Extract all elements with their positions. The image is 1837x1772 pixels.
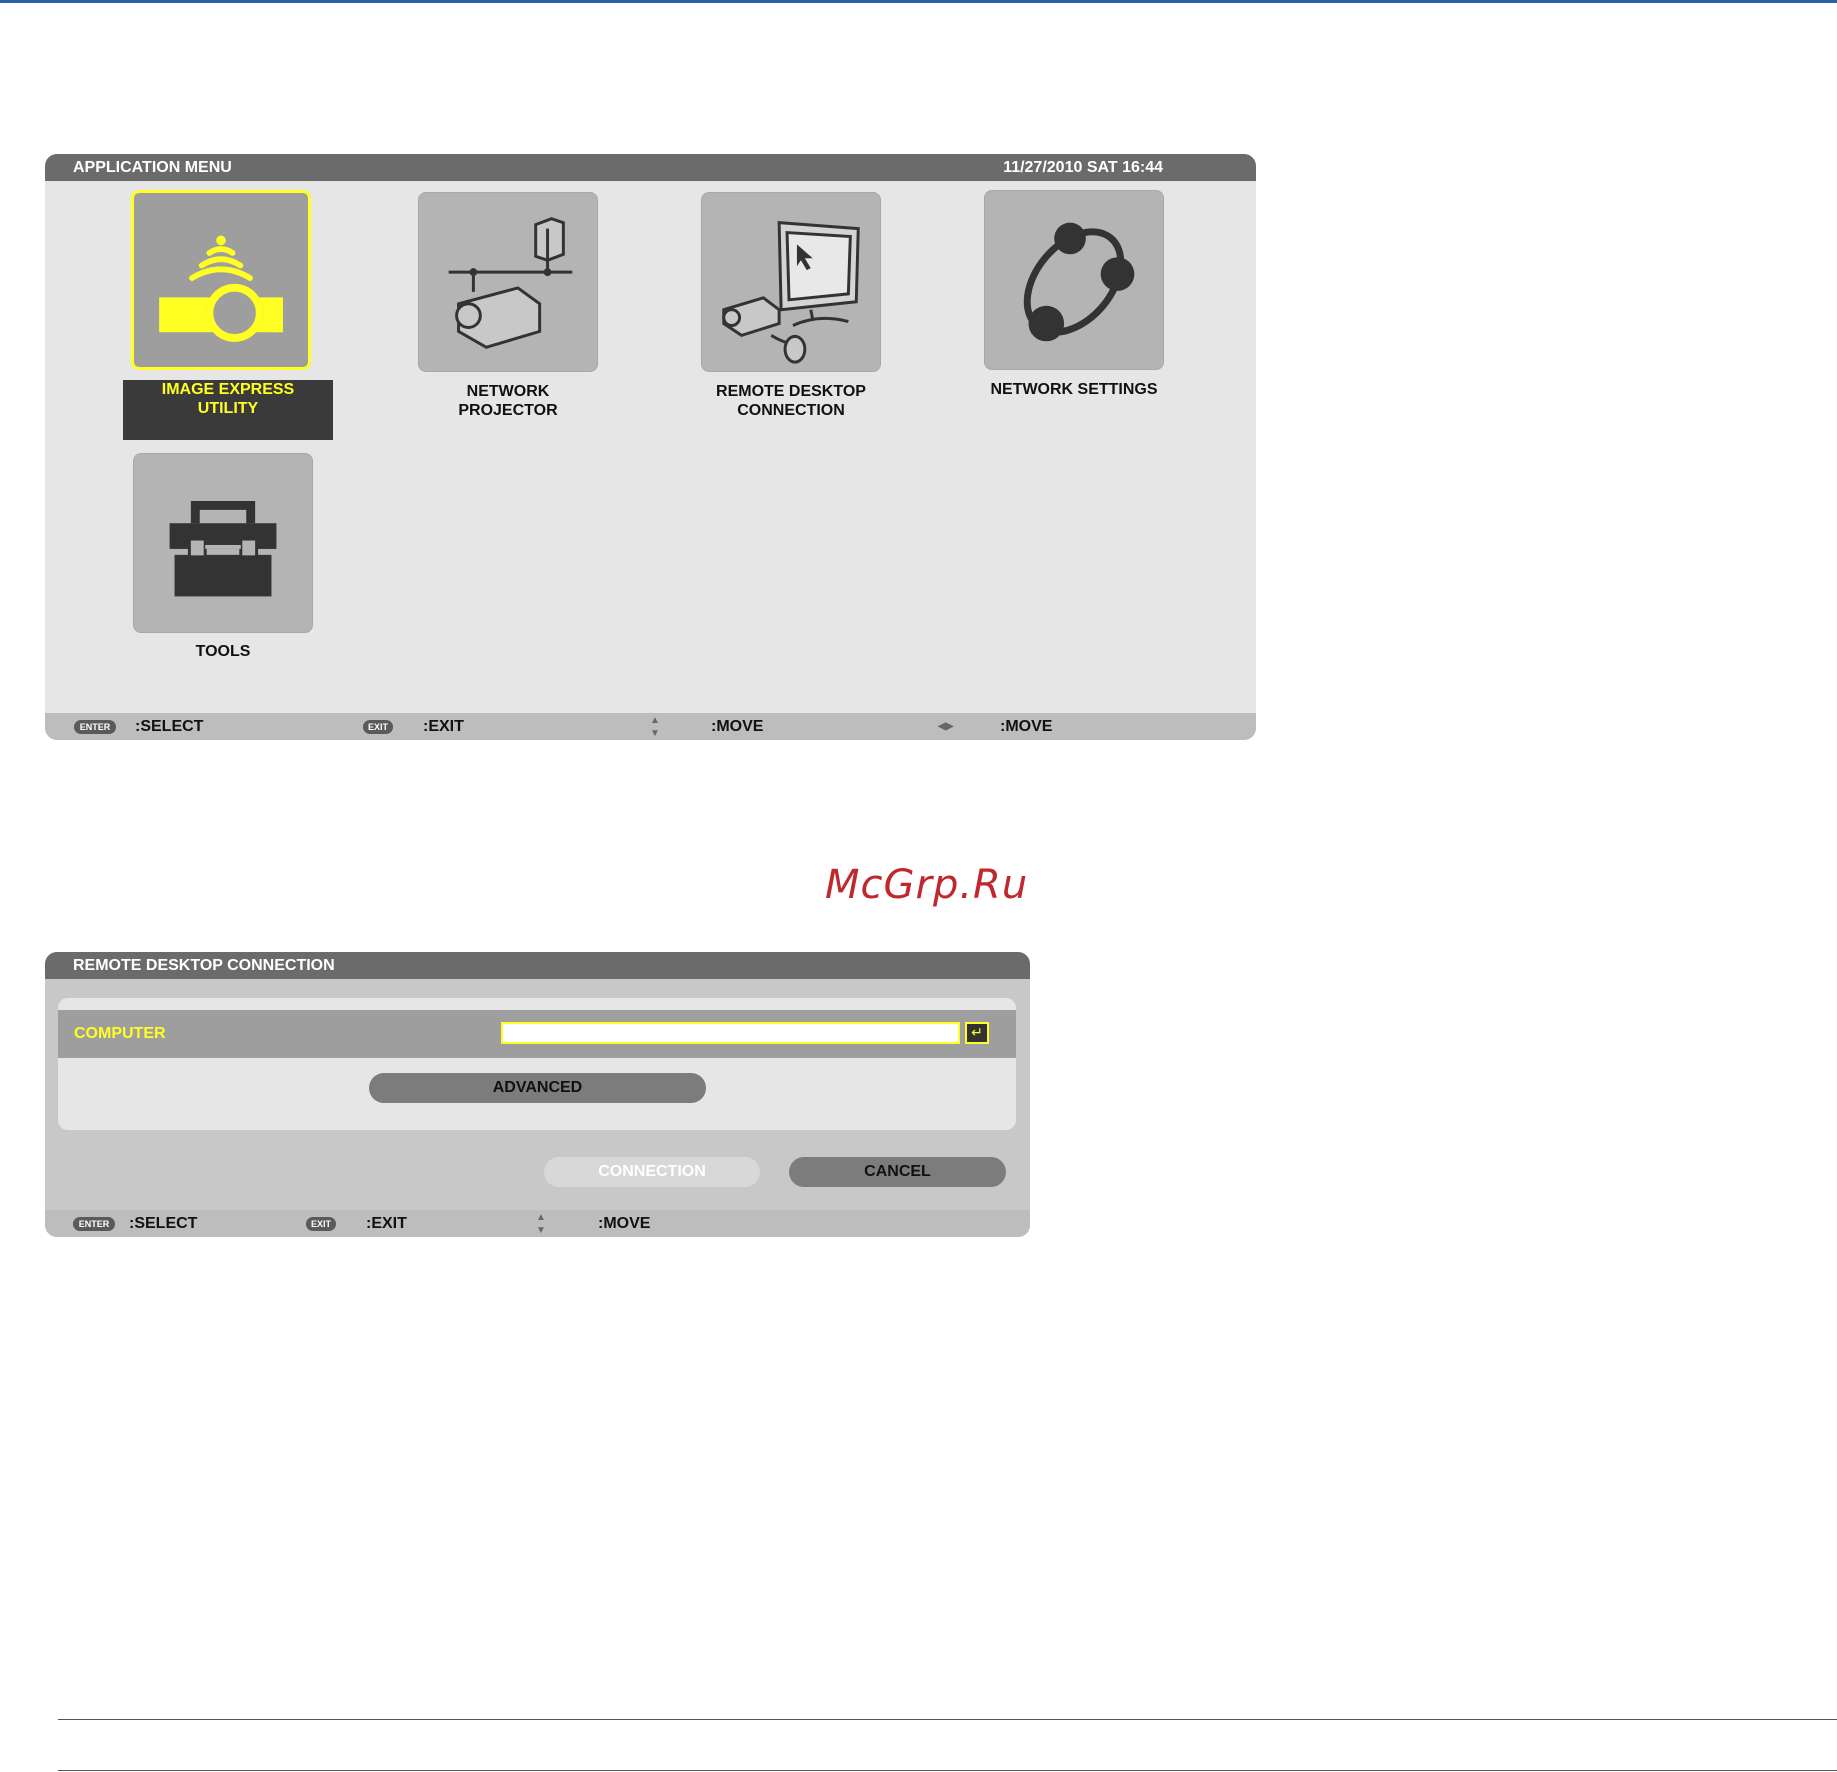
divider-line — [58, 1770, 1837, 1771]
exit-key-icon: EXIT — [306, 1217, 336, 1231]
window-title: APPLICATION MENU — [73, 159, 232, 176]
footer-bar: ENTER :SELECT EXIT :EXIT ▲ ▼ :MOVE — [45, 1210, 1030, 1237]
footer-move-updown: :MOVE — [711, 718, 764, 735]
enter-return-icon[interactable]: ↵ — [965, 1022, 989, 1044]
titlebar: REMOTE DESKTOP CONNECTION — [45, 952, 1030, 979]
datetime: 11/27/2010 SAT 16:44 — [1003, 159, 1163, 176]
advanced-button[interactable]: ADVANCED — [369, 1073, 706, 1103]
updown-arrow-icon: ▲ ▼ — [650, 715, 660, 739]
footer-move-updown: :MOVE — [598, 1215, 651, 1232]
label-line1: IMAGE EXPRESS — [161, 381, 295, 398]
label-line1: REMOTE DESKTOP — [716, 383, 866, 400]
computer-row: COMPUTER ↵ — [58, 1010, 1016, 1058]
footer-exit: :EXIT — [423, 718, 464, 735]
tile-image-express-utility[interactable] — [131, 190, 311, 370]
tile-network-settings[interactable] — [984, 190, 1164, 370]
label-line1: TOOLS — [195, 643, 251, 660]
tile-label-tools: TOOLS — [118, 642, 328, 661]
tile-tools[interactable] — [133, 453, 313, 633]
tile-label-image-express: IMAGE EXPRESS UTILITY — [123, 380, 333, 440]
titlebar: APPLICATION MENU 11/27/2010 SAT 16:44 — [45, 154, 1256, 181]
network-settings-icon — [1023, 222, 1135, 342]
cancel-button[interactable]: CANCEL — [789, 1157, 1006, 1187]
label-line2: UTILITY — [197, 400, 259, 417]
remote-desktop-icon — [722, 221, 860, 364]
enter-key-icon: ENTER — [73, 1217, 115, 1231]
tile-network-projector[interactable] — [418, 192, 598, 372]
leftright-arrow-icon: ◀▶ — [938, 721, 954, 732]
label-line2: PROJECTOR — [458, 402, 558, 419]
label-line1: NETWORK SETTINGS — [990, 381, 1158, 398]
toolbox-icon — [169, 500, 277, 597]
computer-label: COMPUTER — [74, 1025, 166, 1042]
watermark-logo: McGrp.Ru — [825, 862, 1029, 908]
label-line1: NETWORK — [466, 383, 550, 400]
label-line2: CONNECTION — [737, 402, 845, 419]
connection-button[interactable]: CONNECTION — [544, 1157, 760, 1187]
image-express-icon — [159, 235, 283, 342]
top-rule — [0, 0, 1837, 3]
footer-move-leftright: :MOVE — [1000, 718, 1053, 735]
settings-panel: COMPUTER ↵ ADVANCED — [58, 998, 1016, 1130]
footer-select: :SELECT — [135, 718, 204, 735]
footer-bar: ENTER :SELECT EXIT :EXIT ▲ ▼ :MOVE ◀▶ :MO… — [45, 713, 1256, 740]
application-menu-window: APPLICATION MENU 11/27/2010 SAT 16:44 IM… — [45, 154, 1256, 740]
network-projector-icon — [448, 217, 573, 349]
enter-key-icon: ENTER — [74, 720, 116, 734]
tile-label-remote-desktop: REMOTE DESKTOP CONNECTION — [686, 382, 896, 420]
updown-arrow-icon: ▲ ▼ — [536, 1212, 546, 1236]
tile-label-network-settings: NETWORK SETTINGS — [969, 380, 1179, 399]
remote-desktop-window: REMOTE DESKTOP CONNECTION COMPUTER ↵ ADV… — [45, 952, 1030, 1237]
tile-label-network-projector: NETWORK PROJECTOR — [403, 382, 613, 420]
computer-input[interactable] — [501, 1022, 960, 1044]
footer-exit: :EXIT — [366, 1215, 407, 1232]
divider-line — [58, 1719, 1837, 1720]
footer-select: :SELECT — [129, 1215, 198, 1232]
tile-remote-desktop-connection[interactable] — [701, 192, 881, 372]
window-title: REMOTE DESKTOP CONNECTION — [73, 957, 335, 974]
exit-key-icon: EXIT — [363, 720, 393, 734]
